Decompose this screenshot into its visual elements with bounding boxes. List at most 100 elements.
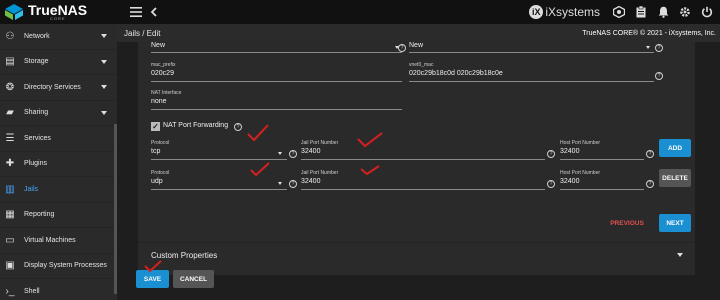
gear-icon[interactable] (676, 0, 694, 24)
logo-sub: CORE (50, 16, 66, 21)
field-underline (301, 189, 545, 190)
sidebar-item-label: Shell (24, 287, 40, 295)
mac-prefix-label: mac_prefix (151, 62, 176, 68)
nat-port-forwarding-label: NAT Port Forwarding (163, 122, 229, 129)
host-port-label: Host Port Number (560, 170, 601, 176)
sidebar-item-jails[interactable]: ▥ Jails (0, 177, 117, 203)
chevron-down-icon (101, 110, 107, 115)
sidebar-item-label: Virtual Machines (24, 236, 76, 244)
sidebar-item-storage[interactable]: ▤ Storage (0, 50, 117, 75)
annotation-checkmark (360, 165, 380, 176)
brand-name: iXsystems (545, 5, 600, 19)
previous-button[interactable]: PREVIOUS (606, 214, 648, 232)
help-icon[interactable]: ? (655, 44, 663, 52)
host-port-input[interactable]: 32400 (560, 148, 579, 155)
processes-icon: ▣ (5, 260, 15, 272)
jail-port-label: Jail Port Number (301, 140, 339, 146)
cancel-button[interactable]: CANCEL (173, 270, 214, 288)
help-icon[interactable]: ? (646, 150, 654, 158)
ix-mark-icon: iX (529, 5, 544, 19)
jail-port-input[interactable]: 32400 (301, 148, 320, 155)
custom-properties-panel[interactable]: Custom Properties (138, 242, 695, 267)
sidebar-item-reporting[interactable]: ▦ Reporting (0, 203, 117, 228)
copyright-text: TrueNAS CORE® © 2021 - iXsystems, Inc. (582, 29, 716, 37)
protocol-select[interactable]: udp (151, 178, 163, 185)
field-underline (560, 189, 644, 190)
back-icon[interactable] (145, 0, 163, 24)
chevron-down-icon (677, 253, 683, 257)
help-icon[interactable]: ? (234, 123, 242, 131)
clipboard-icon[interactable] (632, 0, 650, 24)
field-underline (409, 52, 654, 53)
services-icon: ☰ (5, 132, 15, 144)
nat-interface-input[interactable]: none (151, 98, 167, 105)
vm-icon: ▭ (5, 234, 15, 246)
mac-prefix-input[interactable]: 020c29 (151, 70, 174, 77)
top-left-select-value[interactable]: New (151, 42, 165, 49)
annotation-checkmark (250, 162, 270, 177)
sidebar-item-label: Directory Services (24, 83, 81, 91)
field-underline (301, 159, 545, 160)
sharing-icon: ▰ (6, 107, 14, 119)
sidebar-item-sharing[interactable]: ▰ Sharing (0, 101, 117, 126)
truecommand-icon[interactable] (610, 0, 628, 24)
annotation-checkmark (247, 124, 269, 142)
chevron-down-icon (101, 85, 107, 89)
menu-icon[interactable] (127, 0, 145, 24)
jail-port-input[interactable]: 32400 (301, 178, 320, 185)
sidebar-item-label: Sharing (24, 109, 49, 117)
network-icon: ⚇ (5, 30, 15, 42)
delete-rule-button[interactable]: DELETE (659, 169, 691, 187)
reporting-icon: ▦ (5, 209, 15, 221)
power-icon[interactable] (698, 0, 716, 24)
help-icon[interactable]: ? (289, 150, 297, 158)
nat-port-forwarding-checkbox[interactable]: ✓ (151, 122, 160, 131)
next-button[interactable]: NEXT (659, 214, 691, 232)
sidebar-item-network[interactable]: ⚇ Network (0, 24, 117, 50)
sidebar-item-label: Services (24, 134, 51, 142)
top-bar: TrueNAS CORE iX iXsystems (0, 0, 720, 24)
field-underline (151, 81, 402, 82)
add-rule-button[interactable]: ADD (659, 139, 691, 157)
protocol-label: Protocol (151, 170, 170, 176)
jail-edit-form: New ? New ? mac_prefix 020c29 vnet0_mac … (138, 42, 695, 275)
sidebar-item-services[interactable]: ☰ Services (0, 126, 117, 152)
help-icon[interactable]: ? (655, 72, 663, 80)
protocol-select[interactable]: tcp (151, 148, 160, 155)
help-icon[interactable]: ? (547, 180, 555, 188)
help-icon[interactable]: ? (289, 180, 297, 188)
storage-icon: ▤ (5, 56, 15, 68)
main-content: New ? New ? mac_prefix 020c29 vnet0_mac … (117, 42, 720, 300)
top-right-select-value[interactable]: New (409, 42, 423, 49)
sidebar-item-plugins[interactable]: ✚ Plugins (0, 152, 117, 177)
chevron-down-icon (101, 34, 107, 38)
sidebar-item-virtual-machines[interactable]: ▭ Virtual Machines (0, 228, 117, 254)
sidebar-item-display-system-processes[interactable]: ▣ Display System Processes (0, 254, 117, 279)
field-underline (151, 109, 402, 110)
chevron-down-icon (278, 182, 282, 185)
plugins-icon: ✚ (5, 158, 15, 170)
chevron-down-icon (278, 152, 282, 155)
vnet0-mac-input[interactable]: 020c29b18c0d 020c29b18c0e (409, 70, 503, 77)
sidebar-item-shell[interactable]: ›_ Shell (0, 279, 117, 300)
help-icon[interactable]: ? (646, 180, 654, 188)
logo-name: TrueNAS (28, 2, 88, 18)
help-icon[interactable]: ? (547, 150, 555, 158)
sidebar: ⚇ Network ▤ Storage ❂ Directory Services… (0, 24, 117, 300)
truenas-logo-icon (5, 4, 23, 20)
breadcrumb[interactable]: Jails / Edit (124, 29, 160, 38)
sidebar-item-label: Plugins (24, 160, 47, 168)
help-icon[interactable]: ? (398, 44, 406, 52)
sidebar-item-directory-services[interactable]: ❂ Directory Services (0, 75, 117, 101)
bell-icon[interactable] (654, 0, 672, 24)
directory-icon: ❂ (5, 81, 15, 93)
vnet0-mac-label: vnet0_mac (409, 62, 434, 68)
truenas-logo[interactable]: TrueNAS CORE (0, 0, 117, 24)
field-underline (151, 189, 287, 190)
field-underline (560, 159, 644, 160)
ixsystems-logo[interactable]: iX iXsystems (529, 5, 600, 19)
nat-interface-label: NAT Interface (151, 90, 182, 96)
host-port-input[interactable]: 32400 (560, 178, 579, 185)
sidebar-item-label: Display System Processes (24, 262, 107, 270)
annotation-checkmark (357, 132, 383, 148)
